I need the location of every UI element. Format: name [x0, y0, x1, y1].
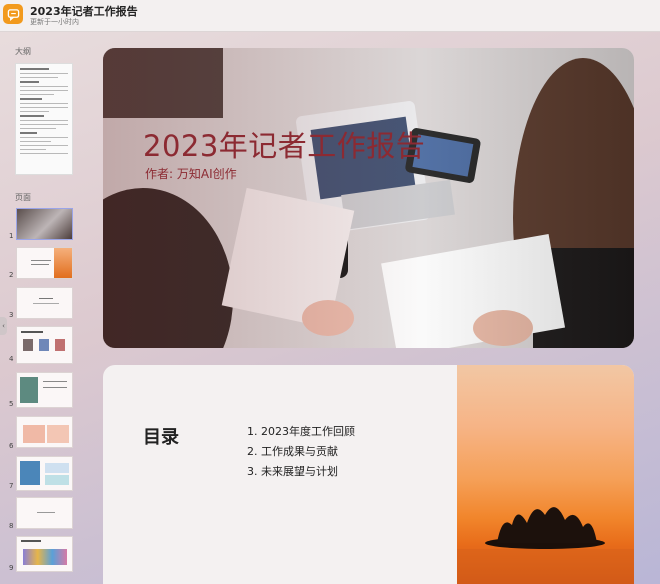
toc-item: 3. 未来展望与计划 [247, 465, 338, 478]
page-thumbnail-5[interactable] [16, 372, 73, 408]
page-number: 5 [9, 400, 14, 408]
title-bar: 2023年记者工作报告 更新于一小时内 [0, 0, 660, 32]
chat-bubble-icon[interactable] [3, 4, 23, 24]
collapse-sidebar-icon[interactable]: ‹ [0, 317, 7, 335]
slide-title: 2023年记者工作报告 [143, 129, 426, 163]
toc-item: 2. 工作成果与贡献 [247, 445, 338, 458]
pages-label: 页面 [15, 193, 31, 202]
toc-list: 1. 2023年度工作回顾 2. 工作成果与贡献 3. 未来展望与计划 [247, 422, 355, 482]
page-thumbnail-2[interactable] [16, 247, 73, 279]
page-number: 1 [9, 232, 14, 240]
page-number: 9 [9, 564, 14, 572]
toc-item: 1. 2023年度工作回顾 [247, 425, 355, 438]
cover-overlay [103, 48, 634, 348]
sidebar: 大纲 页面 1 2 3 4 5 6 7 8 9 ‹ [0, 32, 86, 584]
page-thumbnail-6[interactable] [16, 416, 73, 448]
outline-label: 大纲 [15, 47, 31, 56]
page-thumbnail-3[interactable] [16, 287, 73, 319]
cover-slide[interactable]: 2023年记者工作报告 作者: 万知AI创作 [103, 48, 634, 348]
page-number: 6 [9, 442, 14, 450]
toc-slide[interactable]: 目录 1. 2023年度工作回顾 2. 工作成果与贡献 3. 未来展望与计划 [103, 365, 634, 584]
page-thumbnail-7[interactable] [16, 456, 73, 491]
page-number: 8 [9, 522, 14, 530]
page-number: 7 [9, 482, 14, 490]
toc-title: 目录 [143, 427, 179, 448]
page-number: 2 [9, 271, 14, 279]
page-thumbnail-4[interactable] [16, 326, 73, 364]
outline-preview[interactable] [15, 63, 73, 175]
page-thumbnail-9[interactable] [16, 536, 73, 572]
last-updated-text: 更新于一小时内 [30, 18, 79, 26]
page-thumbnail-1[interactable] [16, 208, 73, 240]
sunset-image [457, 365, 634, 584]
page-number: 4 [9, 355, 14, 363]
page-thumbnail-8[interactable] [16, 497, 73, 529]
slide-author: 作者: 万知AI创作 [145, 167, 237, 181]
page-number: 3 [9, 311, 14, 319]
